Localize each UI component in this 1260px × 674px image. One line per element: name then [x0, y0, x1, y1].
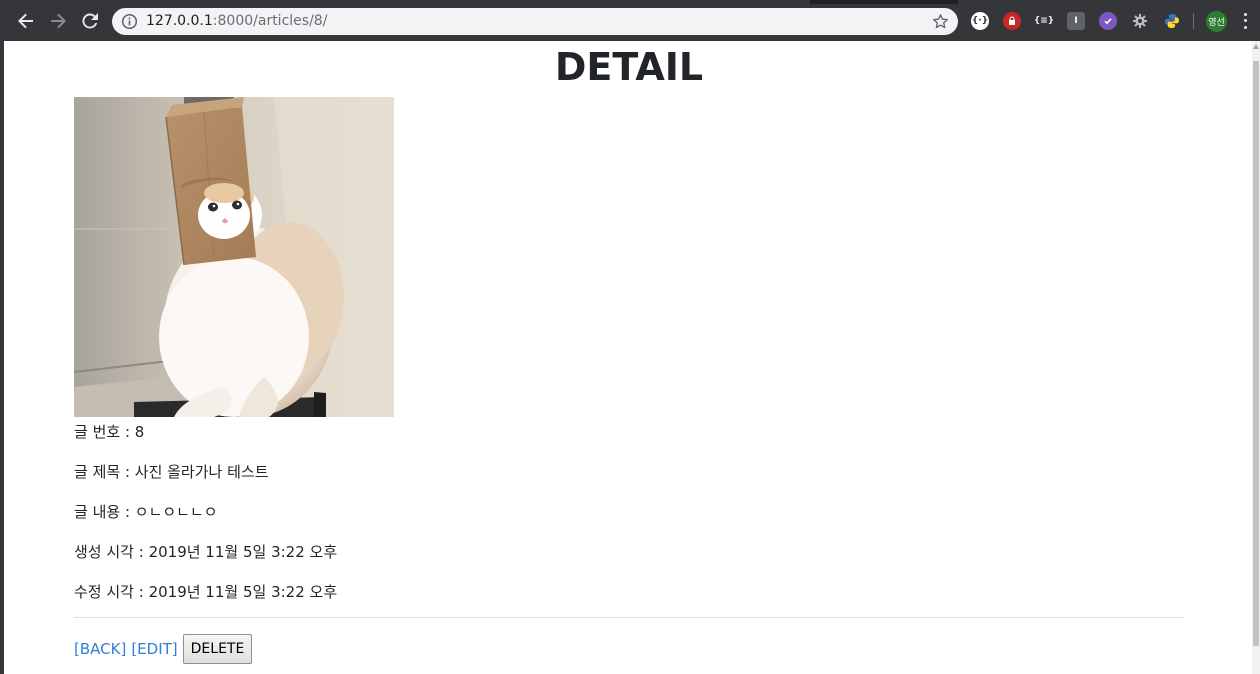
address-bar[interactable]: 127.0.0.1:8000/articles/8/ — [112, 8, 958, 35]
tab-strip — [0, 0, 1260, 4]
scrollbar-thumb[interactable] — [1253, 61, 1259, 646]
field-created-at: 생성 시각 : 2019년 11월 5일 3:22 오후 — [74, 541, 337, 562]
reload-icon[interactable] — [78, 9, 102, 33]
back-link[interactable]: [BACK] — [74, 640, 126, 658]
edit-link[interactable]: [EDIT] — [131, 640, 177, 658]
bookmark-star-icon[interactable] — [932, 13, 949, 30]
field-value: 2019년 11월 5일 3:22 오후 — [148, 543, 338, 561]
divider — [74, 617, 1184, 618]
page-title: DETAIL — [554, 45, 704, 89]
security-icon[interactable] — [1003, 12, 1021, 30]
json-viewer-icon[interactable]: {·} — [971, 12, 989, 30]
field-value: 2019년 11월 5일 3:22 오후 — [148, 583, 338, 601]
profile-avatar[interactable]: 영선 — [1206, 11, 1227, 32]
field-label: 생성 시각 — [74, 543, 134, 561]
check-icon[interactable] — [1099, 12, 1117, 30]
field-value: 8 — [134, 423, 145, 441]
browser-toolbar: 127.0.0.1:8000/articles/8/ {·} {≡} I 영선 — [0, 0, 1260, 41]
info-icon[interactable] — [121, 13, 138, 30]
field-separator: : — [120, 503, 135, 521]
field-label: 글 제목 — [74, 463, 121, 481]
field-value: ㅇㄴㅇㄴㄴㅇ — [134, 503, 218, 521]
field-label: 글 내용 — [74, 503, 121, 521]
field-separator: : — [120, 423, 135, 441]
field-label: 글 번호 — [74, 423, 121, 441]
field-separator: : — [120, 463, 135, 481]
code-icon[interactable]: {≡} — [1034, 12, 1054, 30]
ublock-icon[interactable]: I — [1067, 12, 1085, 30]
menu-icon[interactable] — [1240, 11, 1250, 31]
forward-arrow-icon[interactable] — [46, 9, 70, 33]
delete-button[interactable]: DELETE — [182, 634, 253, 664]
field-article-content: 글 내용 : ㅇㄴㅇㄴㄴㅇ — [74, 501, 218, 522]
window-edge — [0, 41, 4, 674]
field-article-title: 글 제목 : 사진 올라가나 테스트 — [74, 461, 269, 482]
field-updated-at: 수정 시각 : 2019년 11월 5일 3:22 오후 — [74, 581, 337, 602]
action-bar: [BACK] [EDIT] DELETE — [74, 634, 253, 664]
article-image — [74, 97, 394, 417]
field-separator: : — [133, 543, 149, 561]
toolbar-divider — [1193, 13, 1194, 29]
python-icon[interactable] — [1163, 12, 1181, 30]
url-path: :8000/articles/8/ — [212, 13, 328, 29]
gear-icon[interactable] — [1131, 12, 1149, 30]
back-arrow-icon[interactable] — [14, 9, 38, 33]
scroll-up-icon[interactable] — [1253, 44, 1259, 49]
field-article-id: 글 번호 : 8 — [74, 421, 144, 442]
page-scrollbar[interactable] — [1252, 41, 1260, 674]
field-value: 사진 올라가나 테스트 — [134, 463, 269, 481]
field-separator: : — [133, 583, 149, 601]
url-host: 127.0.0.1 — [146, 13, 213, 29]
field-label: 수정 시각 — [74, 583, 134, 601]
url-text[interactable]: 127.0.0.1:8000/articles/8/ — [146, 13, 327, 30]
